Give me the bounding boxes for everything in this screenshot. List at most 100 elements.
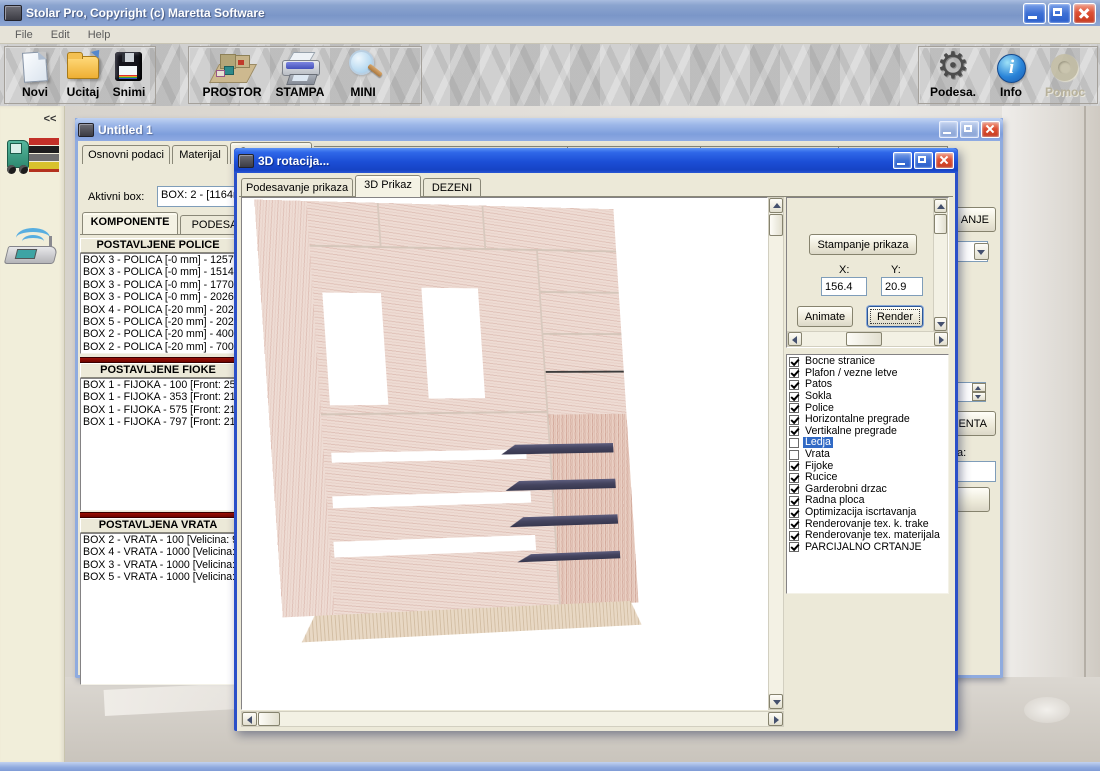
list-item[interactable]: BOX 4 - VRATA - 1000 [Velicina: 1 bbox=[81, 546, 235, 558]
layer-row[interactable]: Horizontalne pregrade bbox=[787, 414, 948, 426]
list-item[interactable]: BOX 3 - POLICA [-0 mm] - 1257 bbox=[81, 254, 235, 266]
list-item[interactable]: BOX 2 - POLICA [-20 mm] - 400 bbox=[81, 328, 235, 340]
layer-checkbox[interactable] bbox=[789, 484, 799, 494]
layer-checkbox[interactable] bbox=[789, 415, 799, 425]
3d-viewport[interactable] bbox=[241, 197, 768, 710]
layer-checkbox[interactable] bbox=[789, 508, 799, 518]
subtab-komponente[interactable]: KOMPONENTE bbox=[82, 212, 178, 234]
layer-row[interactable]: PARCIJALNO CRTANJE bbox=[787, 542, 948, 554]
layer-row[interactable]: Ledja bbox=[787, 437, 948, 449]
x-value-field[interactable] bbox=[821, 277, 867, 296]
snimi-button[interactable]: Snimi bbox=[100, 47, 158, 99]
police-listbox[interactable]: BOX 3 - POLICA [-0 mm] - 1257BOX 3 - POL… bbox=[80, 253, 236, 354]
main-window-titlebar[interactable]: Untitled 1 bbox=[75, 118, 1003, 141]
layer-checkbox[interactable] bbox=[789, 461, 799, 471]
main-window-minimize-button[interactable] bbox=[939, 121, 958, 138]
layer-checkbox[interactable] bbox=[789, 531, 799, 541]
list-item[interactable]: BOX 3 - POLICA [-0 mm] - 2026 bbox=[81, 291, 235, 303]
dialog-titlebar[interactable]: 3D rotacija... bbox=[234, 148, 958, 173]
list-item[interactable]: BOX 3 - VRATA - 1000 [Velicina: 1 bbox=[81, 559, 235, 571]
main-window-maximize-button[interactable] bbox=[960, 121, 979, 138]
list-item[interactable]: BOX 2 - VRATA - 100 [Velicina: 9 bbox=[81, 534, 235, 546]
list-item[interactable]: BOX 2 - POLICA [-20 mm] - 700 bbox=[81, 341, 235, 353]
list-item[interactable]: BOX 1 - FIJOKA - 575 [Front: 218] bbox=[81, 404, 235, 416]
panel-vscrollbar[interactable] bbox=[933, 198, 948, 331]
layer-checkbox[interactable] bbox=[789, 496, 799, 506]
list-item[interactable]: BOX 1 - FIJOKA - 353 [Front: 218] bbox=[81, 391, 235, 403]
layer-row[interactable]: Police bbox=[787, 402, 948, 414]
stampa-button[interactable]: STAMPA bbox=[268, 47, 332, 99]
tab-3d-prikaz[interactable]: 3D Prikaz bbox=[355, 175, 421, 197]
layer-row[interactable]: Rucice bbox=[787, 472, 948, 484]
list-item[interactable]: BOX 5 - POLICA [-20 mm] - 2029 bbox=[81, 316, 235, 328]
animate-button[interactable]: Animate bbox=[797, 306, 853, 327]
layer-row[interactable]: Patos bbox=[787, 379, 948, 391]
scanner-icon[interactable] bbox=[6, 228, 58, 276]
fragment-combo-arrow[interactable] bbox=[974, 243, 989, 260]
layer-row[interactable]: Garderobni drzac bbox=[787, 484, 948, 496]
menu-file[interactable]: File bbox=[6, 28, 42, 42]
layer-checkbox[interactable] bbox=[789, 519, 799, 529]
layer-checkbox[interactable] bbox=[789, 426, 799, 436]
app-maximize-button[interactable] bbox=[1048, 3, 1071, 24]
wardrobe-render bbox=[254, 200, 640, 648]
panel-hscrollbar[interactable] bbox=[787, 331, 948, 347]
hidden-tabs-topline bbox=[314, 146, 948, 147]
layer-row[interactable]: Bocne stranice bbox=[787, 356, 948, 368]
layer-checkbox[interactable] bbox=[789, 403, 799, 413]
render-button[interactable]: Render bbox=[867, 306, 923, 327]
tab-materijal[interactable]: Materijal bbox=[172, 145, 228, 164]
layer-row[interactable]: Renderovanje tex. k. trake bbox=[787, 518, 948, 530]
list-item[interactable]: BOX 1 - FIJOKA - 100 [Front: 250] bbox=[81, 379, 235, 391]
tab-dezeni[interactable]: DEZENI bbox=[423, 178, 481, 197]
layer-row[interactable]: Sokla bbox=[787, 391, 948, 403]
viewport-hscrollbar[interactable] bbox=[241, 711, 784, 727]
layer-checkbox[interactable] bbox=[789, 357, 799, 367]
fragment-bottom-button[interactable] bbox=[956, 487, 990, 512]
layer-checkbox[interactable] bbox=[789, 392, 799, 402]
layer-row[interactable]: Optimizacija iscrtavanja bbox=[787, 507, 948, 519]
layer-checkbox[interactable] bbox=[789, 450, 799, 460]
list-item[interactable]: BOX 3 - POLICA [-0 mm] - 1770 bbox=[81, 279, 235, 291]
layer-label: Renderovanje tex. materijala bbox=[803, 530, 942, 541]
layer-row[interactable]: Vertikalne pregrade bbox=[787, 426, 948, 438]
layer-row[interactable]: Renderovanje tex. materijala bbox=[787, 530, 948, 542]
y-value-field[interactable] bbox=[881, 277, 923, 296]
dialog-maximize-button[interactable] bbox=[914, 152, 933, 169]
layer-checkbox[interactable] bbox=[789, 542, 799, 552]
tab-osnovni-podaci[interactable]: Osnovni podaci bbox=[82, 145, 170, 164]
list-item[interactable]: BOX 3 - POLICA [-0 mm] - 1514 bbox=[81, 266, 235, 278]
layer-row[interactable]: Vrata bbox=[787, 449, 948, 461]
podesa-button[interactable]: ⚙ Podesa. bbox=[924, 47, 982, 99]
layer-row[interactable]: Radna ploca bbox=[787, 495, 948, 507]
fioke-listbox[interactable]: BOX 1 - FIJOKA - 100 [Front: 250]BOX 1 -… bbox=[80, 378, 236, 511]
fragment-spinner-buttons[interactable] bbox=[972, 383, 986, 401]
dialog-close-button[interactable] bbox=[935, 152, 954, 169]
layers-checkbox-list[interactable]: Bocne stranicePlafon / vezne letvePatosS… bbox=[786, 354, 949, 594]
vrata-listbox[interactable]: BOX 2 - VRATA - 100 [Velicina: 9BOX 4 - … bbox=[80, 533, 236, 685]
layer-row[interactable]: Plafon / vezne letve bbox=[787, 368, 948, 380]
stampanje-prikaza-button[interactable]: Stampanje prikaza bbox=[809, 234, 917, 255]
new-document-icon bbox=[13, 50, 57, 86]
app-minimize-button[interactable] bbox=[1023, 3, 1046, 24]
info-button[interactable]: Info bbox=[982, 47, 1040, 99]
list-item[interactable]: BOX 4 - POLICA [-20 mm] - 2029 bbox=[81, 304, 235, 316]
forklift-icon[interactable] bbox=[5, 136, 59, 188]
layer-checkbox[interactable] bbox=[789, 438, 799, 448]
mini-button[interactable]: MINI bbox=[334, 47, 392, 99]
list-item[interactable]: BOX 5 - VRATA - 1000 [Velicina: 1 bbox=[81, 571, 235, 583]
tab-podesavanje-prikaza[interactable]: Podesavanje prikaza bbox=[241, 178, 353, 197]
layer-checkbox[interactable] bbox=[789, 473, 799, 483]
layer-row[interactable]: Fijoke bbox=[787, 460, 948, 472]
menu-help[interactable]: Help bbox=[79, 28, 120, 42]
sidebar-collapse-button[interactable]: << bbox=[40, 112, 60, 128]
app-close-button[interactable] bbox=[1073, 3, 1096, 24]
dialog-minimize-button[interactable] bbox=[893, 152, 912, 169]
prostor-button[interactable]: PROSTOR bbox=[200, 47, 264, 99]
menu-edit[interactable]: Edit bbox=[42, 28, 79, 42]
layer-checkbox[interactable] bbox=[789, 368, 799, 378]
viewport-vscrollbar[interactable] bbox=[768, 197, 784, 710]
layer-checkbox[interactable] bbox=[789, 380, 799, 390]
list-item[interactable]: BOX 1 - FIJOKA - 797 [Front: 218] bbox=[81, 416, 235, 428]
main-window-close-button[interactable] bbox=[981, 121, 1000, 138]
